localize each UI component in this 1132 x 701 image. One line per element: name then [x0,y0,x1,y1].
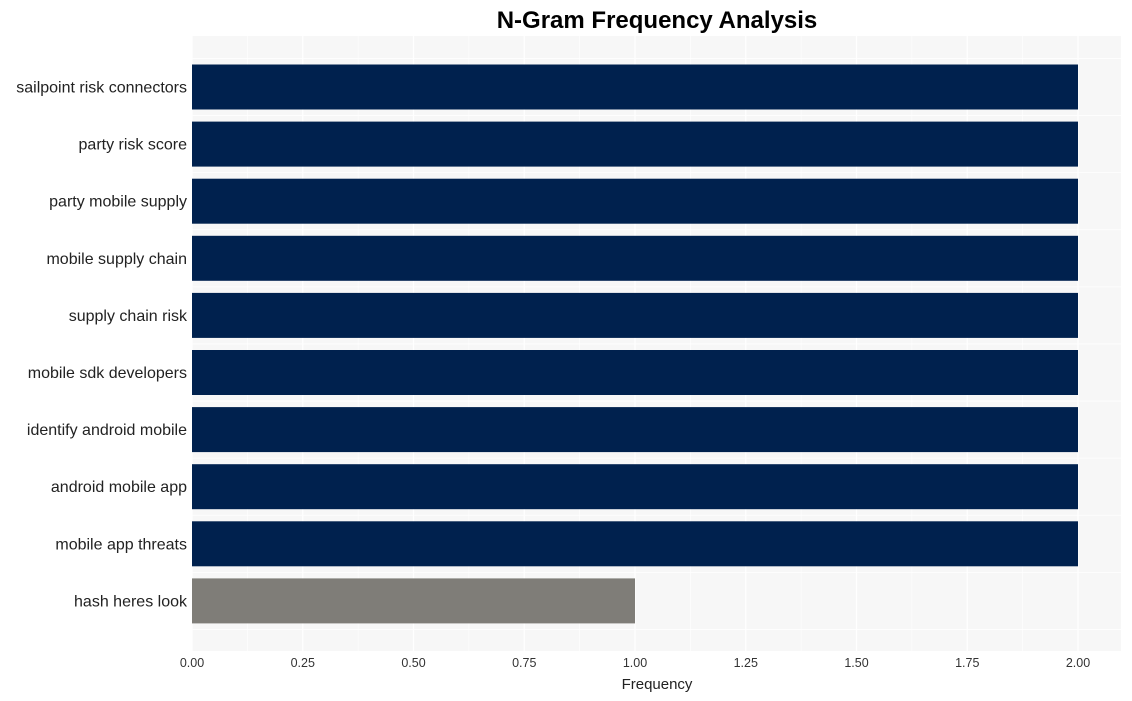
bar-mobile-app-threats [192,521,1078,567]
y-tick-label: mobile app threats [55,536,187,553]
x-tick-labels: 0.00 0.25 0.50 0.75 1.00 1.25 1.50 1.75 2.00 [180,656,1090,670]
bar-identify-android-mobile [192,407,1078,453]
bar-mobile-supply-chain [192,235,1078,281]
bar-sailpoint-risk-connectors [192,64,1078,110]
bar-android-mobile-app [192,464,1078,510]
bar-hash-heres-look [192,578,635,624]
y-tick-label: sailpoint risk connectors [16,80,187,97]
y-tick-label: hash heres look [74,593,188,610]
bar-mobile-sdk-developers [192,350,1078,395]
x-tick-label: 1.50 [844,656,868,670]
x-tick-label: 1.25 [734,656,758,670]
y-tick-label: android mobile app [51,479,187,496]
bar-supply-chain-risk [192,292,1078,338]
y-tick-labels: sailpoint risk connectors party risk scor… [16,80,188,611]
bar-party-mobile-supply [192,178,1078,224]
y-tick-label: supply chain risk [69,308,188,325]
y-tick-label: identify android mobile [27,422,187,439]
ngram-bar-chart: sailpoint risk connectors party risk scor… [16,7,1121,693]
x-tick-label: 0.50 [401,656,425,670]
x-axis-title: Frequency [622,676,693,693]
x-tick-label: 1.75 [955,656,979,670]
chart-title: N-Gram Frequency Analysis [497,7,818,34]
x-tick-label: 0.00 [180,656,204,670]
x-tick-label: 0.25 [291,656,315,670]
y-tick-label: mobile sdk developers [28,365,187,382]
x-tick-label: 0.75 [512,656,536,670]
y-tick-label: party mobile supply [49,194,187,211]
x-tick-label: 2.00 [1066,656,1090,670]
y-tick-label: party risk score [79,137,188,154]
bar-party-risk-score [192,121,1078,167]
y-tick-label: mobile supply chain [46,251,187,268]
x-tick-label: 1.00 [623,656,647,670]
